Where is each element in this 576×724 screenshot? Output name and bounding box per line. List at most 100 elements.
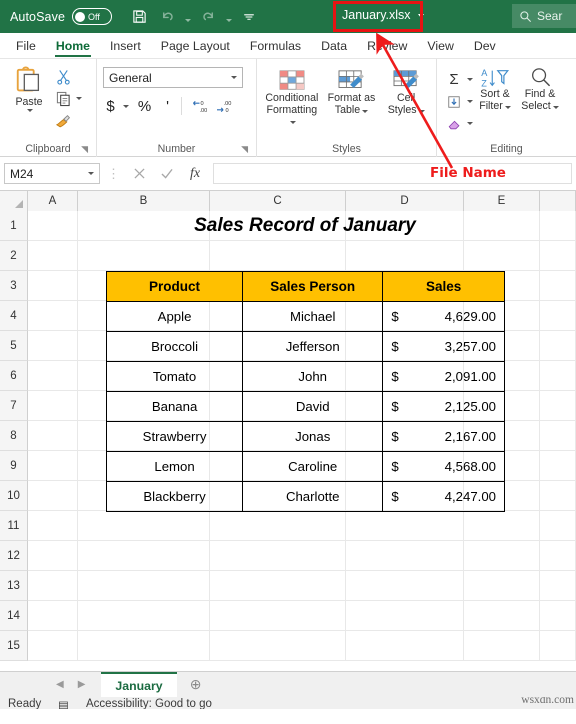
table-row[interactable]: Broccoli Jefferson $3,257.00 — [105, 331, 505, 362]
row-header[interactable]: 14 — [0, 601, 28, 631]
copy-dropdown-icon[interactable] — [76, 97, 82, 100]
conditional-formatting-button[interactable]: Conditional Formatting — [263, 69, 321, 128]
cell-sales-person[interactable]: David — [242, 391, 384, 422]
tab-data[interactable]: Data — [311, 33, 357, 58]
format-as-table-button[interactable]: Format as Table — [325, 69, 379, 116]
row-header[interactable]: 11 — [0, 511, 28, 541]
cell-sales-person[interactable]: Charlotte — [242, 481, 384, 512]
confirm-entry-button[interactable] — [155, 163, 179, 185]
cell-styles-button[interactable]: Cell Styles — [382, 69, 430, 116]
table-row[interactable]: Banana David $2,125.00 — [105, 391, 505, 422]
cell-sales[interactable]: $4,629.00 — [382, 301, 505, 332]
paste-dropdown-icon[interactable] — [27, 108, 33, 112]
tab-review[interactable]: Review — [357, 33, 417, 58]
sheet-report-title[interactable]: Sales Record of January — [106, 211, 504, 241]
tab-insert[interactable]: Insert — [100, 33, 151, 58]
column-header-e[interactable]: E — [464, 191, 540, 211]
add-sheet-button[interactable]: ⊕ — [177, 672, 215, 697]
row-header[interactable]: 13 — [0, 571, 28, 601]
customize-quick-access-icon[interactable] — [236, 4, 262, 30]
row-header[interactable]: 10 — [0, 481, 28, 511]
tab-view[interactable]: View — [417, 33, 463, 58]
clear-button[interactable] — [443, 113, 465, 134]
row-header[interactable]: 15 — [0, 631, 28, 661]
select-all-button[interactable] — [0, 191, 28, 211]
undo-dropdown-icon[interactable] — [182, 5, 193, 29]
chevron-down-icon[interactable] — [362, 109, 369, 113]
formula-input[interactable] — [213, 163, 572, 184]
cell-product[interactable]: Strawberry — [105, 421, 244, 452]
chevron-left-icon[interactable]: ◀ — [56, 679, 64, 690]
row-header[interactable]: 8 — [0, 421, 28, 451]
tab-file[interactable]: File — [6, 33, 46, 58]
dialog-launcher-icon[interactable]: ◥ — [241, 144, 248, 155]
save-icon[interactable] — [126, 4, 152, 30]
sheet-tab-january[interactable]: January — [101, 672, 177, 697]
cell-sales[interactable]: $4,247.00 — [382, 481, 505, 512]
autosum-button[interactable]: Σ — [443, 69, 465, 90]
fill-button[interactable] — [443, 91, 465, 112]
cell-product[interactable]: Tomato — [105, 361, 244, 392]
row-header[interactable]: 5 — [0, 331, 28, 361]
tab-home[interactable]: Home — [46, 33, 100, 58]
row-header[interactable]: 6 — [0, 361, 28, 391]
cell-product[interactable]: Apple — [105, 301, 244, 332]
row-header[interactable]: 1 — [0, 211, 28, 241]
chevron-down-icon[interactable] — [417, 14, 424, 18]
row-header[interactable]: 4 — [0, 301, 28, 331]
document-title[interactable]: January.xlsx — [338, 6, 428, 24]
cancel-entry-button[interactable] — [127, 163, 151, 185]
chevron-down-icon[interactable] — [504, 105, 511, 109]
row-header[interactable]: 3 — [0, 271, 28, 301]
cell-sales-person[interactable]: Michael — [242, 301, 384, 332]
row-header[interactable]: 7 — [0, 391, 28, 421]
column-header-sales[interactable]: Sales — [382, 271, 505, 302]
cell-product[interactable]: Broccoli — [105, 331, 244, 362]
decrease-decimal-button[interactable]: 0.00 — [188, 96, 210, 117]
cell-sales-person[interactable]: Caroline — [242, 451, 384, 482]
redo-icon[interactable] — [195, 4, 221, 30]
column-header-f[interactable] — [540, 191, 576, 211]
cell-product[interactable]: Blackberry — [105, 481, 244, 512]
table-row[interactable]: Blackberry Charlotte $4,247.00 — [105, 481, 505, 512]
column-header-b[interactable]: B — [78, 191, 210, 211]
chevron-right-icon[interactable]: ▶ — [78, 679, 86, 690]
chevron-down-icon[interactable] — [418, 109, 425, 113]
column-header-product[interactable]: Product — [105, 271, 244, 302]
paste-button[interactable]: Paste — [6, 65, 52, 112]
row-header[interactable]: 2 — [0, 241, 28, 271]
chevron-down-icon[interactable] — [289, 121, 296, 124]
cell-sales[interactable]: $3,257.00 — [382, 331, 505, 362]
chevron-down-icon[interactable] — [88, 172, 94, 175]
cell-sales-person[interactable]: Jefferson — [242, 331, 384, 362]
cell-product[interactable]: Lemon — [105, 451, 244, 482]
cell-sales[interactable]: $4,568.00 — [382, 451, 505, 482]
status-accessibility[interactable]: Accessibility: Good to go — [86, 698, 212, 709]
comma-format-button[interactable]: ' — [160, 98, 175, 115]
column-header-d[interactable]: D — [346, 191, 464, 211]
sort-filter-button[interactable]: A Z Sort & Filter — [473, 67, 517, 112]
chevron-down-icon[interactable] — [552, 105, 559, 109]
accessibility-icon[interactable]: ▤ — [58, 698, 69, 709]
cell-product[interactable]: Banana — [105, 391, 244, 422]
search-box[interactable]: Sear — [512, 4, 576, 28]
table-row[interactable]: Apple Michael $4,629.00 — [105, 301, 505, 332]
column-header-sales-person[interactable]: Sales Person — [242, 271, 384, 302]
row-header[interactable]: 12 — [0, 541, 28, 571]
row-header[interactable]: 9 — [0, 451, 28, 481]
tab-formulas[interactable]: Formulas — [240, 33, 311, 58]
name-box[interactable]: M24 — [4, 163, 100, 184]
cut-button[interactable] — [52, 66, 74, 87]
cell-sales-person[interactable]: Jonas — [242, 421, 384, 452]
accounting-dropdown-icon[interactable] — [123, 104, 129, 108]
redo-dropdown-icon[interactable] — [223, 5, 234, 29]
table-row[interactable]: Lemon Caroline $4,568.00 — [105, 451, 505, 482]
chevron-down-icon[interactable] — [231, 76, 237, 79]
format-painter-button[interactable] — [52, 110, 74, 131]
undo-icon[interactable] — [154, 4, 180, 30]
table-row[interactable]: Strawberry Jonas $2,167.00 — [105, 421, 505, 452]
table-row[interactable]: Tomato John $2,091.00 — [105, 361, 505, 392]
increase-decimal-button[interactable]: .00 0 — [213, 96, 235, 117]
percent-format-button[interactable]: % — [137, 98, 152, 115]
tab-page-layout[interactable]: Page Layout — [151, 33, 240, 58]
